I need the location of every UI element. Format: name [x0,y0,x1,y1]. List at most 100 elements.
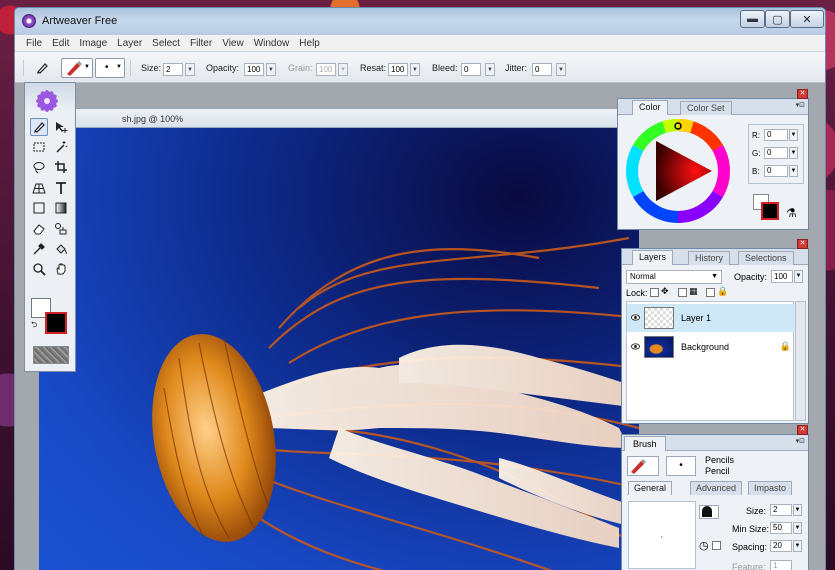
move-tool-icon[interactable] [52,118,70,136]
menu-window[interactable]: Window [254,38,290,49]
menu-edit[interactable]: Edit [52,38,69,49]
layer-thumbnail [644,307,674,329]
hand-tool-icon[interactable] [52,260,70,278]
color-picker-icon[interactable]: ⚗ [786,206,797,220]
layer-opacity-input[interactable]: 100 [771,270,793,283]
tab-selections[interactable]: Selections [738,251,794,265]
grain-spinner: ▼ [338,63,348,76]
blue-spinner[interactable]: ▼ [789,165,798,177]
layer-name: Background [681,342,730,352]
visibility-eye-icon[interactable] [631,342,640,351]
foreground-color-swatch[interactable] [45,312,67,334]
shape-tool-icon[interactable] [30,199,48,217]
bleed-input[interactable]: 0 [461,63,481,76]
pin-icon[interactable]: ▾⊡ [796,101,805,109]
artweaver-app-icon [22,14,36,28]
menu-help[interactable]: Help [299,38,320,49]
red-input[interactable]: 0 [764,129,788,141]
text-tool-icon[interactable] [52,179,70,197]
spacing-spinner[interactable]: ▼ [793,540,802,552]
blend-mode-select[interactable]: Normal ▼ [626,270,722,284]
layers-panel-close-button[interactable]: ✕ [797,239,808,249]
lock-all-checkbox[interactable] [706,288,715,297]
tab-color[interactable]: Color [632,100,668,115]
brush-tip-picker[interactable]: • ▼ [95,58,125,78]
jitter-spinner[interactable]: ▼ [556,63,566,76]
pencil-tool-icon[interactable] [35,61,49,77]
brush-variant-picker[interactable]: • [666,456,696,476]
layers-scrollbar[interactable] [795,301,806,421]
zoom-icon[interactable] [30,260,48,278]
rectangle-select-icon[interactable] [30,138,48,156]
visibility-eye-icon[interactable] [631,313,640,322]
blue-input[interactable]: 0 [764,165,788,177]
red-spinner[interactable]: ▼ [789,129,798,141]
brush-tool-icon[interactable] [30,118,48,136]
green-input[interactable]: 0 [764,147,788,159]
eraser-icon[interactable] [30,220,48,238]
size-spinner[interactable]: ▼ [185,63,195,76]
menu-select[interactable]: Select [152,38,180,49]
color-panel-close-button[interactable]: ✕ [797,89,808,99]
min-size-spinner[interactable]: ▼ [793,522,802,534]
bleed-spinner[interactable]: ▼ [485,63,495,76]
layer-row-background[interactable]: Background 🔒 [627,333,795,361]
brush-shape-picker[interactable] [699,505,719,519]
crop-icon[interactable] [52,158,70,176]
opacity-spinner[interactable]: ▼ [266,63,276,76]
menu-filter[interactable]: Filter [190,38,212,49]
panel-foreground-swatch[interactable] [761,202,779,220]
title-bar[interactable]: Artweaver Free ▬ ▢ ✕ [15,8,825,35]
tab-advanced[interactable]: Advanced [690,481,743,495]
brush-category-picker[interactable] [627,456,659,476]
brush-size-spinner[interactable]: ▼ [793,504,802,516]
move-lock-icon: ✥ [661,286,669,296]
clone-stamp-icon[interactable] [52,220,70,238]
preview-dot-icon: • [661,534,663,539]
menu-layer[interactable]: Layer [117,38,142,49]
tab-brush[interactable]: Brush [624,436,666,451]
resat-spinner[interactable]: ▼ [410,63,420,76]
brush-preset-picker[interactable]: ▼ [61,58,93,78]
tab-impasto[interactable]: Impasto [748,481,793,495]
timed-checkbox[interactable] [712,541,721,550]
layer-row-layer-1[interactable]: Layer 1 [627,304,795,332]
paper-texture-swatch[interactable] [33,346,69,364]
tab-layers[interactable]: Layers [632,250,674,265]
layer-locked-icon: 🔒 [779,341,791,351]
brush-panel-close-button[interactable]: ✕ [797,425,808,435]
close-button[interactable]: ✕ [790,10,824,28]
spacing-input[interactable]: 20 [770,540,792,552]
opacity-input[interactable]: 100 [244,63,264,76]
lock-transparency-checkbox[interactable] [650,288,659,297]
document-tab[interactable]: sh.jpg @ 100% [65,108,635,128]
size-label: Size: [141,63,162,73]
lasso-icon[interactable] [30,158,48,176]
resat-input[interactable]: 100 [388,63,408,76]
image-canvas[interactable] [39,128,639,570]
tab-history[interactable]: History [688,251,731,265]
green-spinner[interactable]: ▼ [789,147,798,159]
color-wheel[interactable] [626,119,730,223]
magic-wand-icon[interactable] [52,138,70,156]
menu-image[interactable]: Image [79,38,107,49]
brush-size-input[interactable]: 2 [770,504,792,516]
toolbox-header[interactable] [25,83,75,113]
menu-file[interactable]: File [26,38,42,49]
min-size-input[interactable]: 50 [770,522,792,534]
tab-general[interactable]: General [628,481,673,495]
perspective-grid-icon[interactable] [30,179,48,197]
swap-colors-icon[interactable]: ⮌ [31,319,37,333]
gradient-tool-icon[interactable] [52,199,70,217]
maximize-button[interactable]: ▢ [765,10,790,28]
minimize-button[interactable]: ▬ [740,10,765,28]
layer-opacity-spinner[interactable]: ▼ [794,270,803,283]
eyedropper-icon[interactable] [30,240,48,258]
pin-icon[interactable]: ▾⊡ [796,437,805,445]
lock-position-checkbox[interactable] [678,288,687,297]
size-input[interactable]: 2 [163,63,183,76]
tab-color-set[interactable]: Color Set [680,101,732,115]
paint-bucket-icon[interactable] [52,240,70,258]
menu-view[interactable]: View [222,38,244,49]
jitter-input[interactable]: 0 [532,63,552,76]
